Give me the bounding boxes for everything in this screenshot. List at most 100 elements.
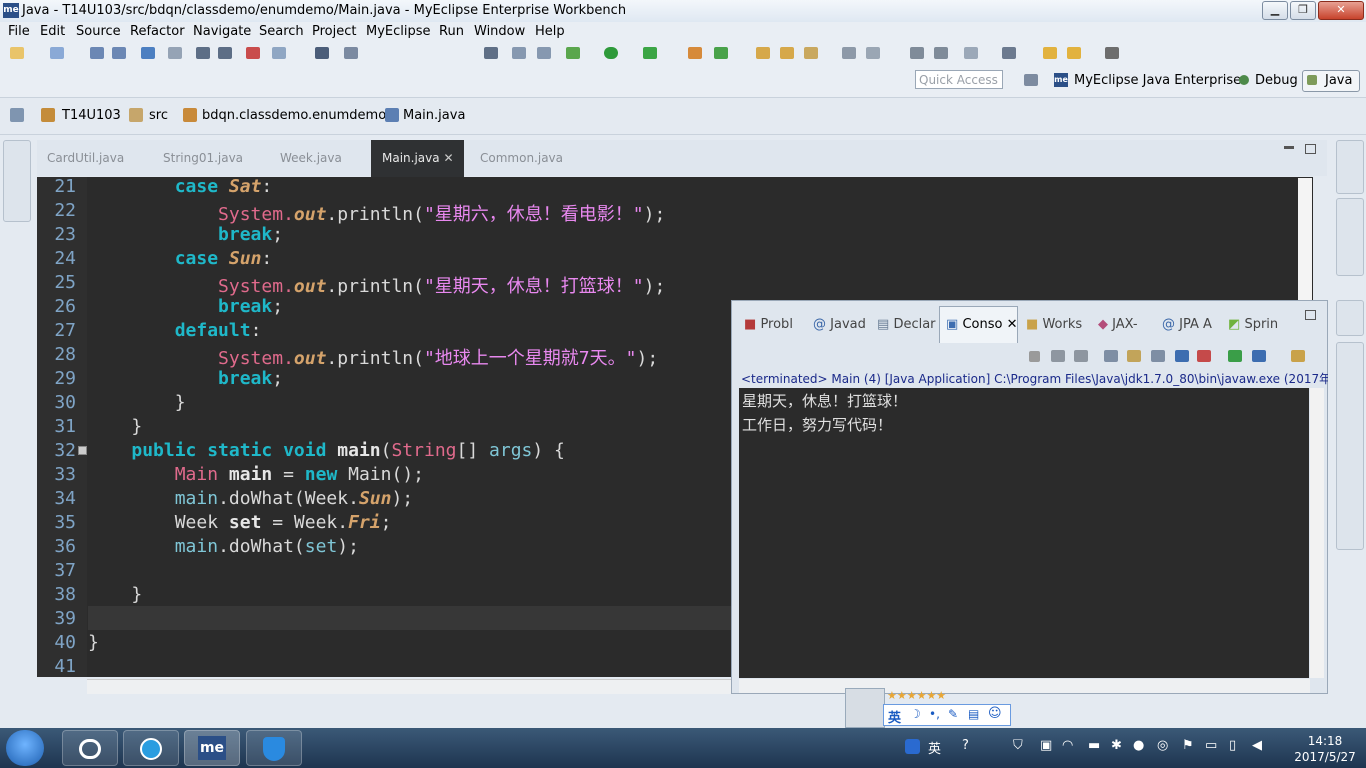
wrench-icon[interactable]: ✎ [948, 707, 958, 721]
menu-edit[interactable]: Edit [40, 24, 65, 39]
menu-search[interactable]: Search [259, 24, 304, 39]
shield-tray-icon[interactable]: ⛉ [1013, 738, 1023, 753]
menu-myeclipse[interactable]: MyEclipse [366, 24, 431, 39]
tab-string01[interactable]: String01.java [163, 151, 243, 165]
last-edit-icon[interactable] [1043, 47, 1057, 59]
brush-icon[interactable] [804, 47, 818, 59]
menu-help[interactable]: Help [535, 24, 565, 39]
page-icon[interactable] [910, 47, 924, 59]
remove-launch-icon[interactable] [1051, 350, 1065, 362]
pin-icon[interactable] [1002, 47, 1016, 59]
tray-ime-lang[interactable]: 英 [928, 738, 941, 757]
page2-icon[interactable] [934, 47, 948, 59]
editor-horizontal-scrollbar[interactable] [87, 679, 731, 694]
maximize-editor-icon[interactable] [1305, 144, 1316, 154]
taskbar-security[interactable] [246, 730, 302, 766]
nvidia-icon[interactable]: ▬ [1088, 738, 1100, 753]
search-tray-icon[interactable] [905, 739, 920, 754]
forward-arrow-icon[interactable] [1105, 47, 1119, 59]
run-last-icon[interactable] [643, 47, 657, 59]
close-button[interactable]: ✕ [1318, 1, 1364, 20]
drive-icon[interactable]: ▭ [1205, 738, 1217, 753]
search-icon[interactable] [842, 47, 856, 59]
right-trim-stack-3[interactable] [1336, 300, 1364, 336]
grid-icon[interactable] [344, 47, 358, 59]
menu-navigate[interactable]: Navigate [193, 24, 251, 39]
terminate-icon[interactable] [1029, 351, 1040, 362]
menu-window[interactable]: Window [474, 24, 525, 39]
toggle-icon[interactable] [246, 47, 260, 59]
qq-icon[interactable]: ● [1133, 738, 1144, 753]
tab-cardutil[interactable]: CardUtil.java [47, 151, 124, 165]
menu-run[interactable]: Run [439, 24, 464, 39]
back-arrow-icon[interactable] [1067, 47, 1081, 59]
ime-lang-toggle[interactable]: 英 [888, 707, 901, 726]
menu-file[interactable]: File [8, 24, 30, 39]
pin-console-icon[interactable] [1228, 350, 1242, 362]
perspective-debug[interactable]: Debug [1255, 73, 1298, 88]
tab-jax[interactable]: ◆ JAX- [1098, 317, 1138, 332]
breadcrumb-file[interactable]: Main.java [403, 108, 465, 123]
layout-icon[interactable] [484, 47, 498, 59]
undo-icon[interactable] [196, 47, 210, 59]
menu-project[interactable]: Project [312, 24, 356, 39]
deploy-icon[interactable] [688, 47, 702, 59]
record-tray-icon[interactable]: ▣ [1040, 738, 1052, 753]
tab-common[interactable]: Common.java [480, 151, 563, 165]
tab-javadoc[interactable]: @ Javad [813, 317, 866, 332]
clipboard-icon[interactable]: ▤ [968, 707, 979, 721]
volume-icon[interactable]: ◀ [1252, 738, 1262, 753]
tab-main[interactable]: Main.java ✕ [382, 151, 454, 165]
maximize-console-icon[interactable] [1305, 310, 1316, 320]
tab-workspace[interactable]: ■ Works [1026, 317, 1082, 332]
refresh-icon[interactable] [714, 47, 728, 59]
moon-icon[interactable]: ☽ [910, 707, 921, 721]
open-console-icon[interactable] [1291, 350, 1305, 362]
tab-jpa[interactable]: @ JPA A [1162, 317, 1212, 332]
right-trim-stack-4[interactable] [1336, 342, 1364, 550]
clear-console-icon[interactable] [1104, 350, 1118, 362]
fold-collapse-icon[interactable] [78, 446, 87, 455]
breadcrumb-src[interactable]: src [149, 108, 168, 123]
tab-declaration[interactable]: ▤ Declar [877, 317, 936, 332]
browse-icon[interactable] [537, 47, 551, 59]
minimize-button[interactable]: ▁ [1262, 1, 1288, 20]
network-app-icon[interactable]: ◎ [1157, 738, 1168, 753]
punctuation-icon[interactable]: •, [929, 707, 940, 721]
taskbar-player[interactable] [123, 730, 179, 766]
app-icon[interactable]: me [3, 3, 19, 18]
show-stderr-icon[interactable] [1197, 350, 1211, 362]
annotation-icon[interactable] [964, 47, 978, 59]
minimize-editor-icon[interactable] [1284, 146, 1294, 149]
redo-icon[interactable] [218, 47, 232, 59]
scroll-lock-icon[interactable] [1127, 350, 1141, 362]
taskbar-myeclipse[interactable]: me [184, 730, 240, 766]
breadcrumb-package[interactable]: bdqn.classdemo.enumdemo [202, 108, 386, 123]
console-horizontal-scrollbar[interactable] [739, 679, 1310, 693]
console-vertical-scrollbar[interactable] [1310, 388, 1324, 678]
right-trim-stack-2[interactable] [1336, 198, 1364, 276]
folder-icon[interactable] [756, 47, 770, 59]
menu-source[interactable]: Source [76, 24, 121, 39]
link-icon[interactable] [168, 47, 182, 59]
save-icon[interactable] [90, 47, 104, 59]
save-all-icon[interactable] [112, 47, 126, 59]
perspective-myeclipse[interactable]: MyEclipse Java Enterprise [1074, 73, 1241, 88]
workspace-icon[interactable] [10, 108, 24, 122]
wifi-icon[interactable]: ◠ [1062, 738, 1073, 753]
show-stdout-icon[interactable] [1175, 350, 1189, 362]
right-trim-stack-1[interactable] [1336, 140, 1364, 194]
breadcrumb-project[interactable]: T14U103 [62, 108, 121, 123]
system-clock[interactable]: 14:18 2017/5/27 [1290, 733, 1360, 765]
taskbar-browser[interactable] [62, 730, 118, 766]
flag-icon[interactable]: ⚑ [1182, 738, 1194, 753]
network-icon[interactable]: ▯ [1229, 738, 1236, 753]
console-close-icon[interactable]: ✕ [1002, 317, 1018, 332]
tab-console[interactable]: ▣ Conso ✕ [946, 317, 1017, 332]
smiley-icon[interactable]: ☺ [988, 706, 1002, 721]
help-icon[interactable]: ? [962, 738, 969, 753]
tab-spring[interactable]: ◩ Sprin [1228, 317, 1278, 332]
tool-icon[interactable] [272, 47, 286, 59]
new-wizard-icon[interactable] [50, 47, 64, 59]
remove-all-icon[interactable] [1074, 350, 1088, 362]
